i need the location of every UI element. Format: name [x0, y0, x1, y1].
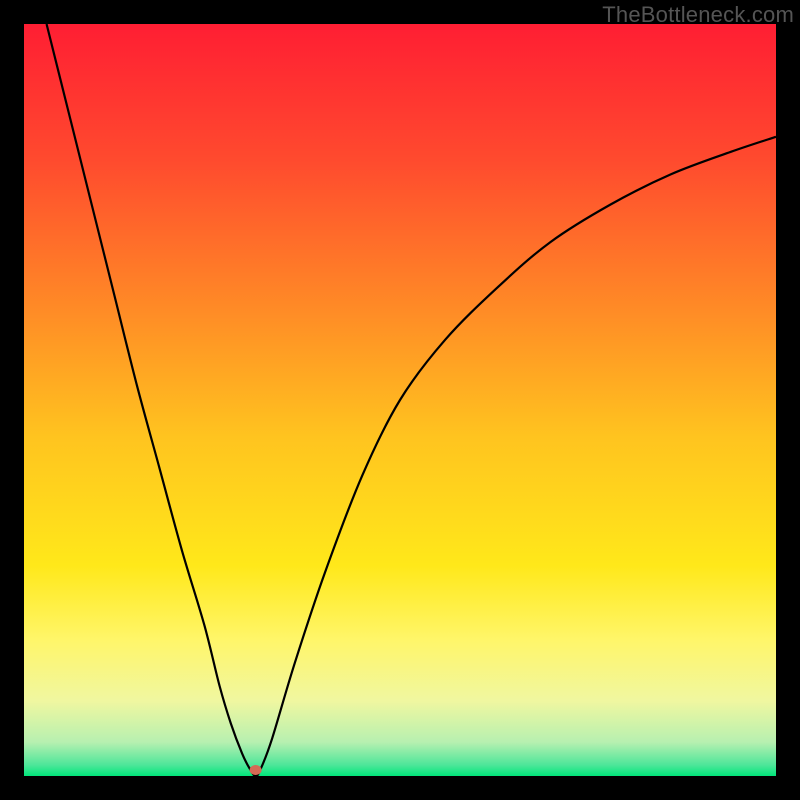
chart-frame [24, 24, 776, 776]
optimal-point-marker [250, 765, 262, 775]
bottleneck-chart [24, 24, 776, 776]
